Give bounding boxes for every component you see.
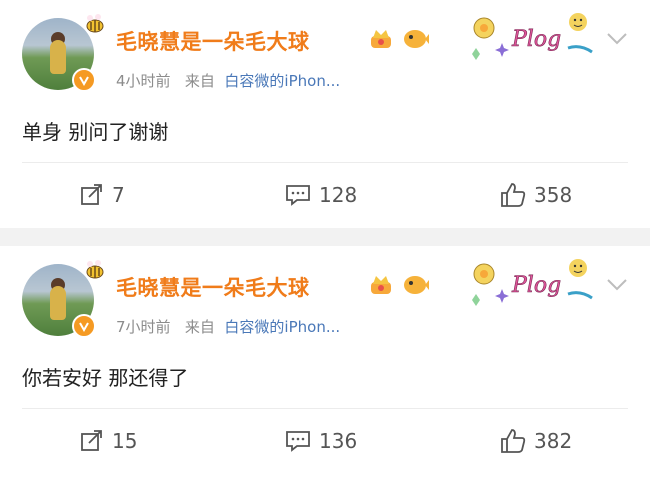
avatar[interactable] — [22, 14, 104, 92]
weibo-post: 毛晓慧是一朵毛大球 4小时前 来自 白容微的iPhon... Plog 单身 别… — [0, 0, 650, 228]
comment-icon — [286, 431, 310, 452]
bee-sticker-icon — [86, 14, 104, 33]
comment-count: 128 — [319, 183, 358, 207]
post-actions: 7 128 358 — [0, 178, 650, 212]
pufferfish-icon — [404, 276, 429, 294]
verified-badge-icon — [72, 314, 96, 338]
avatar[interactable] — [22, 260, 104, 338]
plog-text: Plog — [511, 27, 561, 52]
plog-sticker: Plog — [472, 259, 593, 306]
username[interactable]: 毛晓慧是一朵毛大球 — [116, 272, 310, 302]
comment-button[interactable]: 128 — [285, 178, 357, 212]
post-content: 你若安好 那还得了 — [22, 366, 189, 390]
repost-button[interactable]: 7 — [80, 178, 125, 212]
username[interactable]: 毛晓慧是一朵毛大球 — [116, 26, 310, 56]
comment-icon — [286, 185, 310, 206]
like-button[interactable]: 382 — [500, 424, 572, 458]
comment-button[interactable]: 136 — [285, 424, 357, 458]
from-label: 来自 — [184, 318, 215, 336]
plog-sticker: Plog — [472, 13, 593, 60]
post-meta: 7小时前 来自 白容微的iPhon... — [116, 316, 340, 337]
like-icon — [501, 183, 526, 207]
post-actions: 15 136 382 — [0, 424, 650, 458]
like-count: 382 — [534, 429, 573, 453]
like-button[interactable]: 358 — [500, 178, 572, 212]
post-time: 7小时前 — [116, 318, 171, 336]
chevron-down-icon[interactable] — [606, 32, 628, 46]
like-icon — [501, 429, 526, 453]
pufferfish-icon — [404, 30, 429, 48]
repost-button[interactable]: 15 — [80, 424, 137, 458]
post-content: 单身 别问了谢谢 — [22, 120, 169, 144]
like-count: 358 — [534, 183, 573, 207]
repost-icon — [81, 184, 102, 205]
post-source[interactable]: 白容微的iPhon... — [224, 318, 340, 336]
bee-sticker-icon — [86, 260, 104, 279]
repost-count: 15 — [112, 429, 138, 453]
crown-icon — [371, 276, 391, 294]
verified-badge-icon — [72, 68, 96, 92]
repost-icon — [81, 430, 102, 451]
post-meta: 4小时前 来自 白容微的iPhon... — [116, 70, 340, 91]
post-source[interactable]: 白容微的iPhon... — [224, 72, 340, 90]
chevron-down-icon[interactable] — [606, 278, 628, 292]
crown-icon — [371, 30, 391, 48]
repost-count: 7 — [112, 183, 125, 207]
post-time: 4小时前 — [116, 72, 171, 90]
divider — [22, 162, 628, 163]
weibo-post: 毛晓慧是一朵毛大球 7小时前 来自 白容微的iPhon... Plog 你若安好… — [0, 246, 650, 478]
comment-count: 136 — [319, 429, 358, 453]
plog-text: Plog — [511, 273, 561, 298]
divider — [22, 408, 628, 409]
from-label: 来自 — [184, 72, 215, 90]
